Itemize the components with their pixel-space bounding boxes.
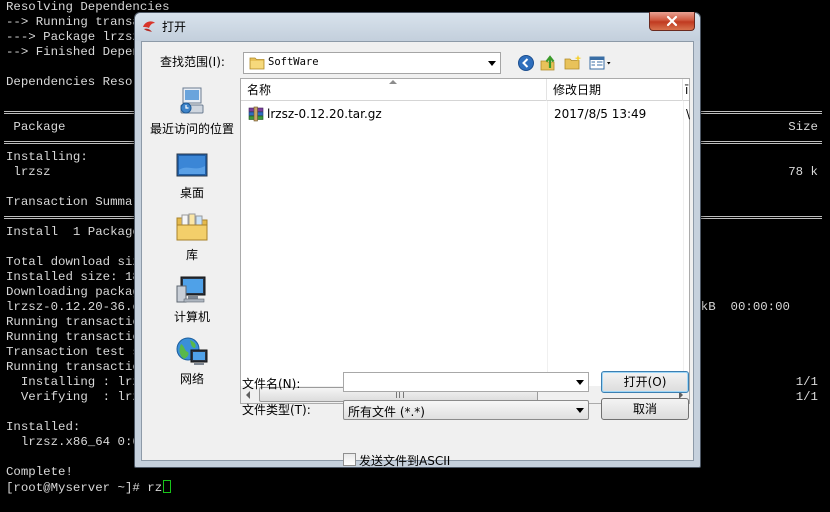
column-header-extra[interactable]: ī (683, 79, 691, 101)
terminal-prompt: [root@Myserver ~]# rz (6, 481, 163, 495)
terminal-line: Installed: (6, 420, 81, 434)
terminal-verify-count: 1/1 (795, 390, 818, 404)
terminal-prompt-line: [root@Myserver ~]# rz (6, 480, 172, 495)
computer-icon (176, 276, 206, 303)
place-computer[interactable]: 计算机 (144, 274, 240, 325)
place-libraries[interactable]: 库 (144, 212, 240, 263)
recent-places-icon (180, 87, 204, 114)
terminal-line: Installing : lrz (6, 375, 140, 389)
place-label: 最近访问的位置 (149, 122, 234, 136)
column-header-date-label: 修改日期 (553, 83, 602, 97)
terminal-line: lrzsz-0.12.20-36.e (6, 300, 140, 314)
open-button[interactable]: 打开(O) (601, 371, 689, 393)
terminal-line: ---> Package lrzsz (6, 30, 140, 44)
filename-label: 文件名(N): (242, 377, 301, 391)
file-name: lrzsz-0.12.20.tar.gz (267, 107, 382, 121)
file-date: 2017/8/5 13:49 (554, 107, 647, 121)
filetype-label: 文件类型(T): (242, 403, 311, 417)
place-network[interactable]: 网络 (144, 336, 240, 387)
terminal-line: Transaction test s (6, 345, 140, 359)
terminal-install-count: 1/1 (795, 375, 818, 389)
folder-icon (249, 57, 265, 70)
terminal-line: Running transactio (6, 360, 140, 374)
sort-up-icon (389, 80, 397, 84)
archive-icon (248, 106, 264, 122)
terminal-line: --> Finished Depen (6, 45, 140, 59)
view-menu-icon[interactable] (588, 53, 616, 73)
terminal-line: Installing: (6, 150, 88, 164)
open-file-dialog[interactable]: 打开 查找范围(I): SoftWare 最近访问的位置 桌面 库 计算机 网络… (134, 12, 701, 468)
places-bar: 最近访问的位置 桌面 库 计算机 网络 (144, 78, 240, 434)
back-icon[interactable] (516, 53, 536, 73)
scroll-left-icon[interactable] (246, 391, 250, 399)
app-logo-icon (143, 21, 155, 32)
terminal-line: lrzsz.x86_64 0:0 (6, 435, 140, 449)
terminal-line: --> Running transa (6, 15, 140, 29)
terminal-line: Install 1 Package (6, 225, 140, 239)
terminal-line: lrzsz (6, 165, 51, 179)
terminal-line: Package (6, 120, 66, 134)
file-list[interactable]: 名称 修改日期 ī lrzsz-0.12.20.tar.gz 2017/8/5 … (240, 78, 690, 404)
chevron-down-icon (488, 61, 496, 66)
terminal-line: Installed size: 18 (6, 270, 140, 284)
terminal-line: Total download siz (6, 255, 140, 269)
grip-icon (396, 391, 404, 398)
libraries-icon (176, 213, 208, 241)
up-folder-icon[interactable] (539, 53, 559, 73)
terminal-line: Downloading packag (6, 285, 140, 299)
column-divider (683, 101, 684, 381)
place-recent[interactable]: 最近访问的位置 (144, 86, 240, 137)
terminal-size-header: Size (788, 120, 818, 134)
column-header-extra-label: ī (685, 83, 689, 97)
terminal-download-time: kB 00:00:00 (700, 300, 790, 314)
file-row[interactable]: lrzsz-0.12.20.tar.gz 2017/8/5 13:49 \ (241, 103, 691, 125)
filetype-select[interactable]: 所有文件 (*.*) (343, 400, 589, 420)
terminal-line: Verifying : lrz (6, 390, 140, 404)
column-header-name[interactable]: 名称 (241, 79, 547, 101)
place-desktop[interactable]: 桌面 (144, 150, 240, 201)
lookin-label: 查找范围(I): (160, 55, 225, 69)
terminal-cursor (163, 480, 172, 493)
lookin-dropdown[interactable]: SoftWare (243, 52, 501, 74)
terminal-line: Transaction Summar (6, 195, 140, 209)
lookin-value: SoftWare (268, 56, 319, 68)
file-type-truncated: \ (686, 107, 691, 121)
column-header-date[interactable]: 修改日期 (547, 79, 683, 101)
chevron-down-icon (576, 408, 584, 413)
terminal-line: Dependencies Resol (6, 75, 140, 89)
column-divider (547, 101, 548, 381)
ascii-checkbox-label[interactable]: 发送文件到ASCII (359, 452, 450, 469)
new-folder-icon[interactable] (563, 53, 583, 73)
close-button[interactable] (649, 12, 695, 31)
place-label: 网络 (179, 372, 204, 386)
cancel-button[interactable]: 取消 (601, 398, 689, 420)
desktop-icon (176, 153, 208, 177)
dialog-titlebar[interactable]: 打开 (135, 12, 700, 41)
place-label: 库 (185, 248, 198, 262)
terminal-line: Complete! (6, 465, 73, 479)
list-header: 名称 修改日期 ī (241, 79, 689, 101)
terminal-line: Running transactio (6, 315, 140, 329)
column-header-name-label: 名称 (247, 83, 272, 97)
ascii-checkbox[interactable] (343, 453, 356, 466)
filetype-value: 所有文件 (*.*) (348, 405, 425, 419)
dialog-title: 打开 (162, 20, 187, 34)
place-label: 计算机 (173, 310, 210, 324)
place-label: 桌面 (179, 186, 204, 200)
chevron-down-icon[interactable] (576, 380, 584, 385)
terminal-line: Running transactio (6, 330, 140, 344)
terminal-size-value: 78 k (788, 165, 818, 179)
network-icon (176, 337, 208, 365)
close-icon (666, 15, 678, 27)
filename-input[interactable] (343, 372, 589, 392)
dialog-body: 查找范围(I): SoftWare 最近访问的位置 桌面 库 计算机 网络 名称… (141, 41, 694, 468)
